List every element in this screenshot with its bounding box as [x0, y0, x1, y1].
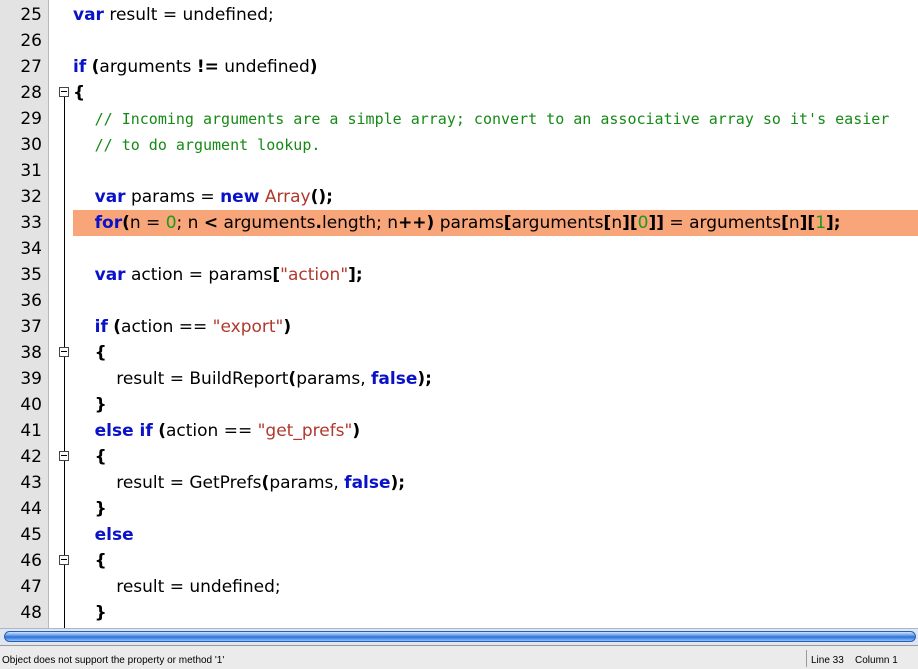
code-line[interactable]: 31 [0, 158, 918, 184]
line-number: 47 [20, 577, 42, 597]
code-text[interactable]: if (arguments != undefined) [73, 54, 318, 80]
line-number: 32 [20, 187, 42, 207]
code-line[interactable]: 43 result = GetPrefs(params, false); [0, 470, 918, 496]
code-text[interactable]: if (action == "export") [73, 314, 292, 340]
code-line[interactable]: 27 if (arguments != undefined) [0, 54, 918, 80]
code-editor[interactable]: 25 var result = undefined; 26 27 if (arg… [0, 0, 918, 628]
fold-toggle-icon[interactable] [59, 555, 69, 565]
code-text[interactable]: result = GetPrefs(params, false); [73, 470, 405, 496]
code-line[interactable]: 37 if (action == "export") [0, 314, 918, 340]
code-text[interactable]: else if (action == "get_prefs") [73, 418, 361, 444]
line-number: 31 [20, 161, 42, 181]
code-comment[interactable]: // to do argument lookup. [73, 132, 321, 158]
status-message: Object does not support the property or … [2, 655, 225, 666]
fold-toggle-icon[interactable] [59, 347, 69, 357]
cursor-position: Line 33 Column 1 [806, 650, 918, 667]
line-number: 39 [20, 369, 42, 389]
code-line[interactable]: 46 { [0, 548, 918, 574]
line-number: 37 [20, 317, 42, 337]
code-line[interactable]: 32 var params = new Array(); [0, 184, 918, 210]
code-line[interactable]: 25 var result = undefined; [0, 2, 918, 28]
line-number: 33 [20, 213, 42, 233]
status-bar: Object does not support the property or … [0, 645, 918, 669]
code-line[interactable]: 47 result = undefined; [0, 574, 918, 600]
code-comment[interactable]: // Incoming arguments are a simple array… [73, 106, 890, 132]
code-line[interactable]: 28 { [0, 80, 918, 106]
code-line[interactable]: 36 [0, 288, 918, 314]
line-number: 26 [20, 31, 42, 51]
code-line[interactable]: 40 } [0, 392, 918, 418]
code-line[interactable]: 48 } [0, 600, 918, 626]
code-text[interactable]: else [73, 522, 134, 548]
fold-toggle-icon[interactable] [59, 451, 69, 461]
code-text[interactable]: { [73, 444, 107, 470]
status-column: Column 1 [855, 655, 898, 666]
status-line: Line 33 [811, 655, 844, 666]
line-number: 35 [20, 265, 42, 285]
line-number: 45 [20, 525, 42, 545]
line-number: 40 [20, 395, 42, 415]
code-text[interactable]: var result = undefined; [73, 2, 274, 28]
fold-toggle-icon[interactable] [59, 87, 69, 97]
code-line[interactable]: 35 var action = params["action"]; [0, 262, 918, 288]
horizontal-scrollbar-thumb[interactable] [4, 631, 916, 642]
code-line[interactable]: 45 else [0, 522, 918, 548]
code-text[interactable]: var params = new Array(); [73, 184, 333, 210]
code-text[interactable]: } [73, 600, 107, 626]
line-number: 42 [20, 447, 42, 467]
line-number: 29 [20, 109, 42, 129]
line-number: 48 [20, 603, 42, 623]
code-line[interactable]: 26 [0, 28, 918, 54]
line-number: 38 [20, 343, 42, 363]
line-number: 27 [20, 57, 42, 77]
line-number: 28 [20, 83, 42, 103]
horizontal-scrollbar[interactable] [0, 628, 918, 645]
code-text[interactable]: for(n = 0; n < arguments.length; n++) pa… [73, 210, 841, 236]
code-line[interactable]: 34 [0, 236, 918, 262]
code-line[interactable]: 41 else if (action == "get_prefs") [0, 418, 918, 444]
line-number: 43 [20, 473, 42, 493]
code-text[interactable]: var action = params["action"]; [73, 262, 363, 288]
line-number: 44 [20, 499, 42, 519]
line-number: 34 [20, 239, 42, 259]
code-text[interactable]: } [73, 392, 107, 418]
code-line[interactable]: 39 result = BuildReport(params, false); [0, 366, 918, 392]
code-line-highlighted[interactable]: 33 for(n = 0; n < arguments.length; n++)… [0, 210, 918, 236]
code-text[interactable]: { [73, 80, 85, 106]
code-line[interactable]: 30 // to do argument lookup. [0, 132, 918, 158]
line-number: 30 [20, 135, 42, 155]
code-text[interactable]: result = undefined; [73, 574, 280, 600]
code-text[interactable]: result = BuildReport(params, false); [73, 366, 432, 392]
line-number: 46 [20, 551, 42, 571]
code-line[interactable]: 42 { [0, 444, 918, 470]
code-line[interactable]: 38 { [0, 340, 918, 366]
code-line[interactable]: 29 // Incoming arguments are a simple ar… [0, 106, 918, 132]
line-number: 41 [20, 421, 42, 441]
code-line[interactable]: 44 } [0, 496, 918, 522]
code-text[interactable]: { [73, 340, 107, 366]
line-number: 25 [20, 5, 42, 25]
code-text[interactable]: { [73, 548, 107, 574]
line-number: 36 [20, 291, 42, 311]
code-text[interactable]: } [73, 496, 107, 522]
